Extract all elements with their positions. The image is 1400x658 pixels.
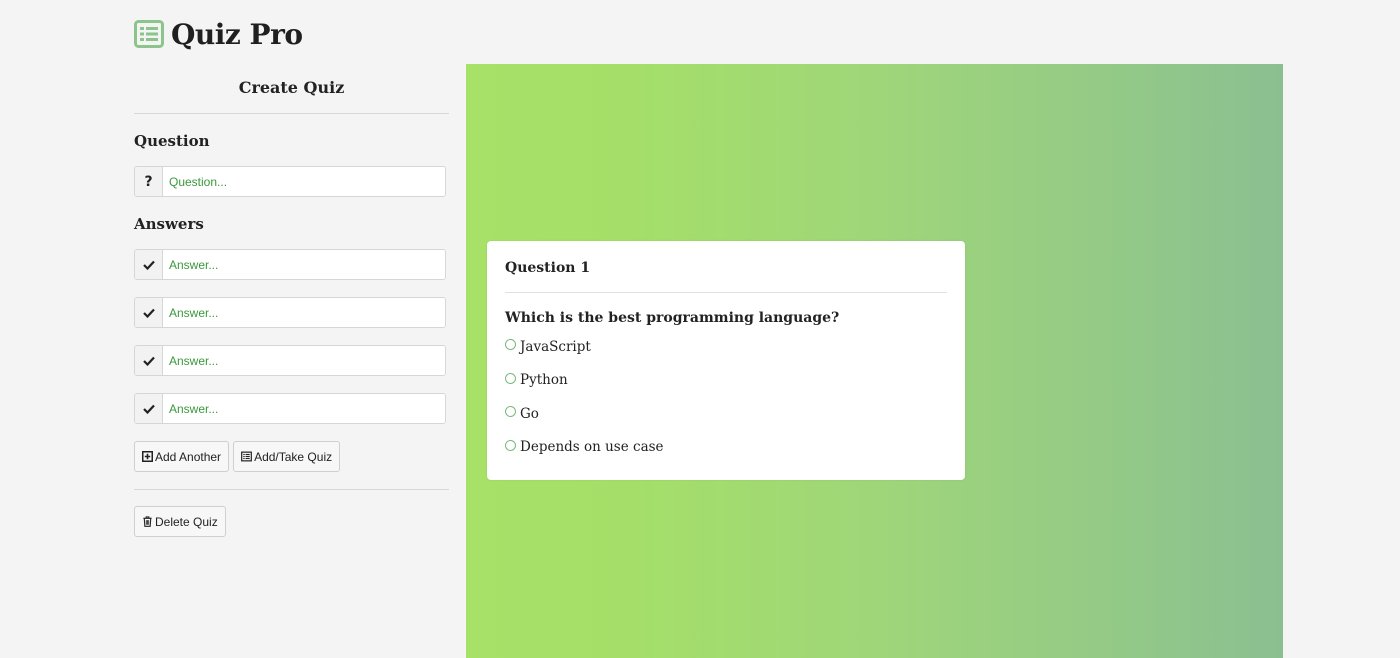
radio-icon[interactable] bbox=[505, 339, 516, 351]
plus-square-icon bbox=[142, 451, 153, 462]
delete-row: Delete Quiz bbox=[134, 506, 449, 537]
option-go[interactable]: Go bbox=[505, 397, 947, 431]
option-label: Python bbox=[520, 372, 568, 389]
answer-input-group bbox=[134, 345, 446, 376]
answer-input[interactable] bbox=[163, 250, 445, 279]
answer-input[interactable] bbox=[163, 346, 445, 375]
option-label: Go bbox=[520, 405, 539, 422]
question-input[interactable] bbox=[163, 167, 445, 196]
list-alt-icon bbox=[134, 20, 164, 48]
trash-icon bbox=[143, 516, 152, 527]
add-another-label: Add Another bbox=[155, 449, 222, 464]
app-header: Quiz Pro bbox=[134, 14, 303, 54]
add-another-button[interactable]: Add Another bbox=[134, 441, 230, 472]
action-buttons: Add Another Add/Take Quiz bbox=[134, 441, 449, 472]
answer-input-group bbox=[134, 297, 446, 328]
answer-input[interactable] bbox=[163, 394, 445, 423]
option-javascript[interactable]: JavaScript bbox=[505, 330, 947, 364]
check-icon[interactable] bbox=[135, 250, 163, 279]
options-list: JavaScript Python Go Depends on use case bbox=[505, 330, 947, 464]
question-text: Which is the best programming language? bbox=[505, 310, 840, 326]
divider bbox=[134, 489, 449, 490]
add-take-quiz-label: Add/Take Quiz bbox=[254, 449, 333, 464]
question-number: Question 1 bbox=[505, 241, 947, 293]
option-depends-on-use-case[interactable]: Depends on use case bbox=[505, 431, 947, 465]
check-icon[interactable] bbox=[135, 394, 163, 423]
list-icon bbox=[241, 451, 252, 462]
check-icon[interactable] bbox=[135, 346, 163, 375]
check-icon[interactable] bbox=[135, 298, 163, 327]
option-label: JavaScript bbox=[520, 338, 591, 355]
answer-input-group bbox=[134, 393, 446, 424]
quiz-stage: Question 1 Which is the best programming… bbox=[466, 64, 1283, 658]
question-mark-icon: ? bbox=[135, 167, 163, 196]
answers-label: Answers bbox=[134, 215, 204, 233]
option-label: Depends on use case bbox=[520, 439, 664, 456]
create-quiz-panel: Create Quiz Question ? Answers bbox=[134, 64, 449, 537]
radio-icon[interactable] bbox=[505, 406, 516, 418]
panel-title: Create Quiz bbox=[134, 64, 449, 114]
option-python[interactable]: Python bbox=[505, 364, 947, 398]
radio-icon[interactable] bbox=[505, 372, 516, 384]
question-card: Question 1 Which is the best programming… bbox=[487, 241, 965, 480]
delete-quiz-button[interactable]: Delete Quiz bbox=[134, 506, 226, 537]
answer-input[interactable] bbox=[163, 298, 445, 327]
question-input-group: ? bbox=[134, 166, 446, 197]
radio-icon[interactable] bbox=[505, 439, 516, 451]
answer-input-group bbox=[134, 249, 446, 280]
add-take-quiz-button[interactable]: Add/Take Quiz bbox=[233, 441, 341, 472]
question-label: Question bbox=[134, 132, 210, 150]
delete-quiz-label: Delete Quiz bbox=[155, 514, 218, 529]
answers-list bbox=[134, 249, 449, 424]
app-title: Quiz Pro bbox=[171, 17, 303, 51]
